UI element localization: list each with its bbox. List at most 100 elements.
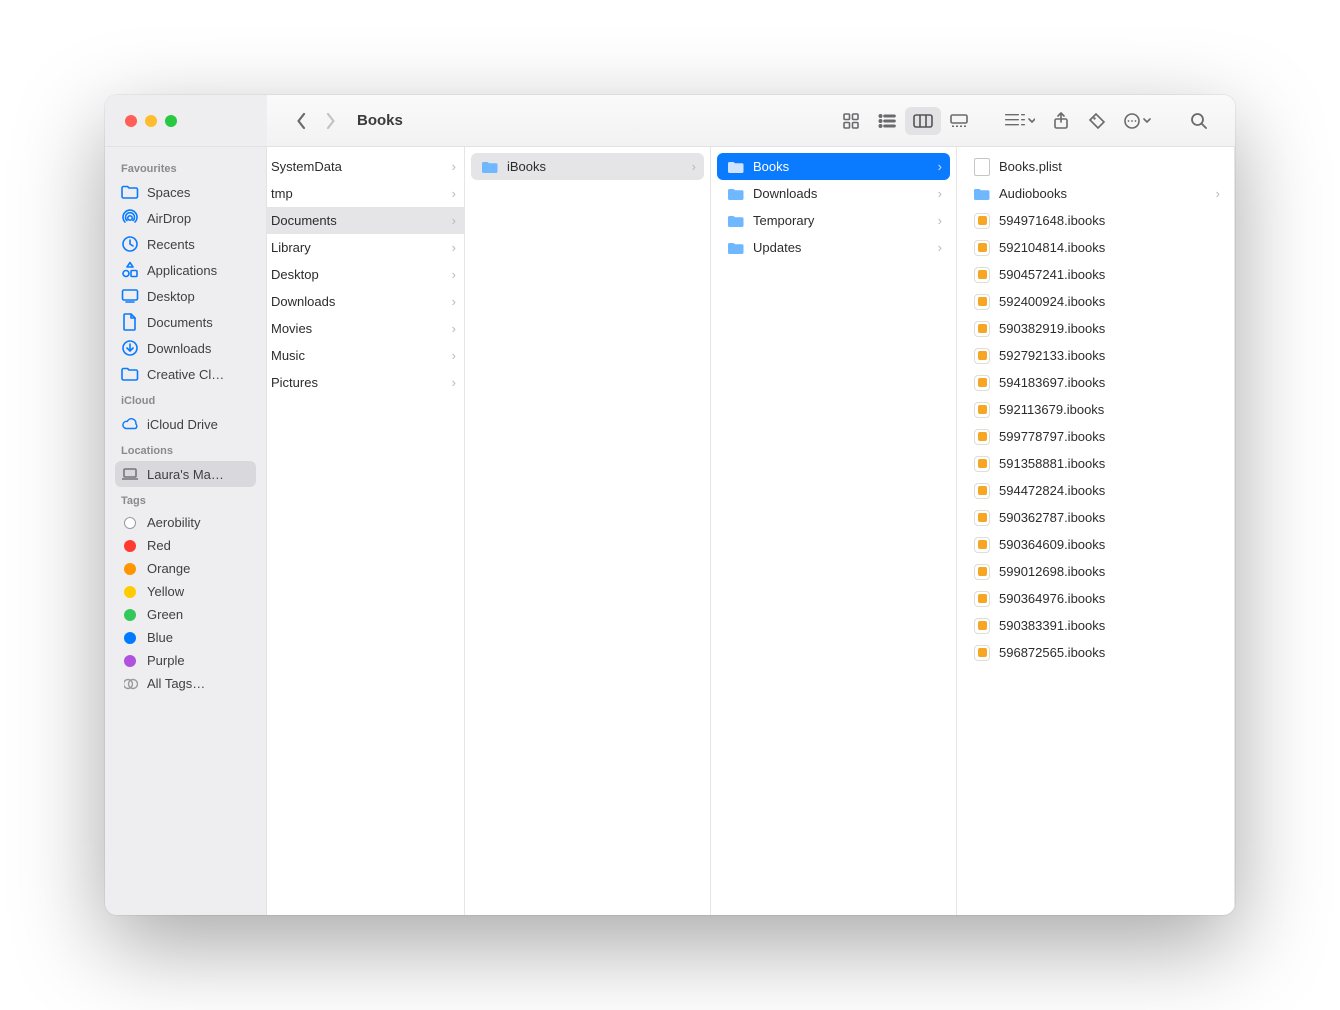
ibooks-file-icon xyxy=(973,266,991,284)
folder-item[interactable]: Library› xyxy=(267,234,464,261)
folder-item[interactable]: Music› xyxy=(267,342,464,369)
sidebar-item-creative-cl[interactable]: Creative Cl… xyxy=(115,361,256,387)
sidebar-item-blue[interactable]: Blue xyxy=(115,626,256,649)
sidebar-item-all-tags[interactable]: All Tags… xyxy=(115,672,256,695)
ibooks-file-icon xyxy=(973,320,991,338)
item-name: Library xyxy=(271,240,452,255)
sidebar-item-airdrop[interactable]: AirDrop xyxy=(115,205,256,231)
chevron-right-icon: › xyxy=(938,240,942,255)
folder-item[interactable]: iBooks› xyxy=(471,153,704,180)
item-name: 594472824.ibooks xyxy=(999,483,1220,498)
view-list-button[interactable] xyxy=(869,107,905,135)
folder-item[interactable]: Audiobooks› xyxy=(963,180,1228,207)
file-item[interactable]: 599012698.ibooks xyxy=(963,558,1228,585)
file-item[interactable]: 590364609.ibooks xyxy=(963,531,1228,558)
sidebar-item-aerobility[interactable]: Aerobility xyxy=(115,511,256,534)
file-item[interactable]: Books.plist xyxy=(963,153,1228,180)
file-item[interactable]: 599778797.ibooks xyxy=(963,423,1228,450)
item-name: Temporary xyxy=(753,213,938,228)
folder-item[interactable]: Updates› xyxy=(717,234,950,261)
window-title: Books xyxy=(357,112,403,129)
forward-button[interactable] xyxy=(325,112,337,130)
zoom-window-button[interactable] xyxy=(165,115,177,127)
file-item[interactable]: 590362787.ibooks xyxy=(963,504,1228,531)
file-item[interactable]: 596872565.ibooks xyxy=(963,639,1228,666)
sidebar-item-documents[interactable]: Documents xyxy=(115,309,256,335)
folder-item[interactable]: Temporary› xyxy=(717,207,950,234)
sidebar-section-header: Favourites xyxy=(115,155,256,179)
sidebar-item-label: Blue xyxy=(147,630,173,645)
file-item[interactable]: 592792133.ibooks xyxy=(963,342,1228,369)
folder-item[interactable]: Downloads› xyxy=(717,180,950,207)
tag-dot-icon xyxy=(124,540,136,552)
sidebar-item-purple[interactable]: Purple xyxy=(115,649,256,672)
file-item[interactable]: 592104814.ibooks xyxy=(963,234,1228,261)
sidebar-item-icloud-drive[interactable]: iCloud Drive xyxy=(115,411,256,437)
file-item[interactable]: 594472824.ibooks xyxy=(963,477,1228,504)
tag-dot-icon xyxy=(124,655,136,667)
file-item[interactable]: 590457241.ibooks xyxy=(963,261,1228,288)
sidebar-item-label: Yellow xyxy=(147,584,184,599)
file-item[interactable]: 594971648.ibooks xyxy=(963,207,1228,234)
file-item[interactable]: 594183697.ibooks xyxy=(963,369,1228,396)
tag-dot-icon xyxy=(124,632,136,644)
view-column-button[interactable] xyxy=(905,107,941,135)
group-by-button[interactable] xyxy=(997,107,1043,135)
action-menu-button[interactable] xyxy=(1115,107,1161,135)
item-name: Books xyxy=(753,159,938,174)
sidebar-item-applications[interactable]: Applications xyxy=(115,257,256,283)
search-button[interactable] xyxy=(1181,107,1217,135)
item-name: Music xyxy=(271,348,452,363)
file-item[interactable]: 591358881.ibooks xyxy=(963,450,1228,477)
file-item[interactable]: 590364976.ibooks xyxy=(963,585,1228,612)
item-name: Books.plist xyxy=(999,159,1220,174)
sidebar-item-label: Spaces xyxy=(147,185,190,200)
file-item[interactable]: 592400924.ibooks xyxy=(963,288,1228,315)
folder-item[interactable]: SystemData› xyxy=(267,153,464,180)
sidebar-item-downloads[interactable]: Downloads xyxy=(115,335,256,361)
sidebar-item-spaces[interactable]: Spaces xyxy=(115,179,256,205)
view-icon-button[interactable] xyxy=(833,107,869,135)
folder-item[interactable]: Downloads› xyxy=(267,288,464,315)
laptop-icon xyxy=(121,465,139,483)
apps-icon xyxy=(121,261,139,279)
folder-item[interactable]: Pictures› xyxy=(267,369,464,396)
cloud-icon xyxy=(121,415,139,433)
folder-icon xyxy=(481,158,499,176)
file-item[interactable]: 590383391.ibooks xyxy=(963,612,1228,639)
folder-icon xyxy=(121,183,139,201)
sidebar-item-label: All Tags… xyxy=(147,676,205,691)
chevron-right-icon: › xyxy=(938,213,942,228)
tags-button[interactable] xyxy=(1079,107,1115,135)
sidebar-section-header: Tags xyxy=(115,487,256,511)
chevron-right-icon: › xyxy=(452,186,456,201)
column-0: SystemData›tmp›Documents›Library›Desktop… xyxy=(267,147,465,915)
folder-item[interactable]: tmp› xyxy=(267,180,464,207)
sidebar-item-laura-s-ma[interactable]: Laura's Ma… xyxy=(115,461,256,487)
sidebar-item-desktop[interactable]: Desktop xyxy=(115,283,256,309)
file-item[interactable]: 590382919.ibooks xyxy=(963,315,1228,342)
share-button[interactable] xyxy=(1043,107,1079,135)
folder-item[interactable]: Movies› xyxy=(267,315,464,342)
item-name: Documents xyxy=(271,213,452,228)
folder-item[interactable]: Books› xyxy=(717,153,950,180)
file-item[interactable]: 592113679.ibooks xyxy=(963,396,1228,423)
sidebar-item-yellow[interactable]: Yellow xyxy=(115,580,256,603)
view-gallery-button[interactable] xyxy=(941,107,977,135)
clock-icon xyxy=(121,235,139,253)
item-name: 596872565.ibooks xyxy=(999,645,1220,660)
back-button[interactable] xyxy=(295,112,307,130)
sidebar-item-red[interactable]: Red xyxy=(115,534,256,557)
folder-item[interactable]: Documents› xyxy=(267,207,464,234)
sidebar-section-header: Locations xyxy=(115,437,256,461)
chevron-right-icon: › xyxy=(452,213,456,228)
minimize-window-button[interactable] xyxy=(145,115,157,127)
sidebar-item-orange[interactable]: Orange xyxy=(115,557,256,580)
ibooks-file-icon xyxy=(973,482,991,500)
close-window-button[interactable] xyxy=(125,115,137,127)
ibooks-file-icon xyxy=(973,374,991,392)
sidebar-item-recents[interactable]: Recents xyxy=(115,231,256,257)
sidebar-item-green[interactable]: Green xyxy=(115,603,256,626)
folder-item[interactable]: Desktop› xyxy=(267,261,464,288)
sidebar-item-label: Applications xyxy=(147,263,217,278)
